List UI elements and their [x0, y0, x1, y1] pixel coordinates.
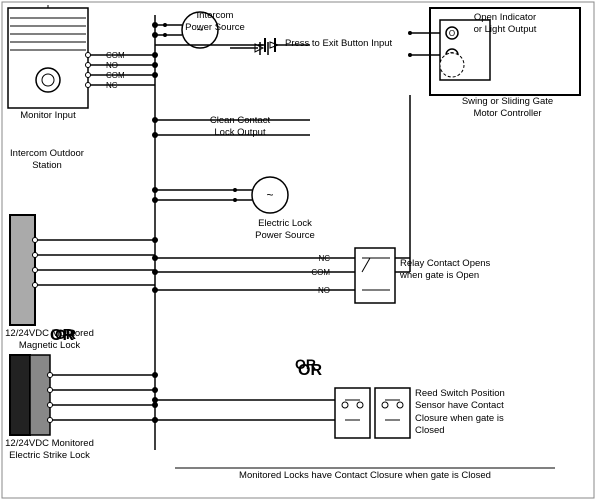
footer-label: Monitored Locks have Contact Closure whe… — [175, 470, 555, 482]
relay-contact-label: Relay Contact Opens when gate is Open — [400, 258, 550, 283]
reed-switch-label: Reed Switch Position Sensor have Contact… — [415, 388, 575, 437]
intercom-power-label: Intercom Power Source — [175, 10, 255, 35]
open-indicator-label: Open Indicator or Light Output — [450, 12, 560, 37]
magnetic-lock-label: 12/24VDC Monitored Magnetic Lock — [2, 328, 97, 353]
intercom-outdoor-label: Intercom Outdoor Station — [2, 148, 92, 173]
press-to-exit-label: Press to Exit Button Input — [285, 38, 415, 50]
clean-contact-label: Clean Contact Lock Output — [190, 115, 290, 140]
electric-strike-label: 12/24VDC Monitored Electric Strike Lock — [2, 438, 97, 463]
electric-lock-power-label: Electric Lock Power Source — [240, 218, 330, 243]
or-label-1: OR — [55, 325, 76, 343]
or-label-2: OR — [295, 355, 316, 373]
wiring-diagram: COM NO COM NC ~ — [0, 0, 596, 500]
monitor-input-label: Monitor Input — [8, 110, 88, 122]
svg-text:~: ~ — [266, 188, 273, 202]
swing-motor-label: Swing or Sliding Gate Motor Controller — [435, 96, 580, 121]
